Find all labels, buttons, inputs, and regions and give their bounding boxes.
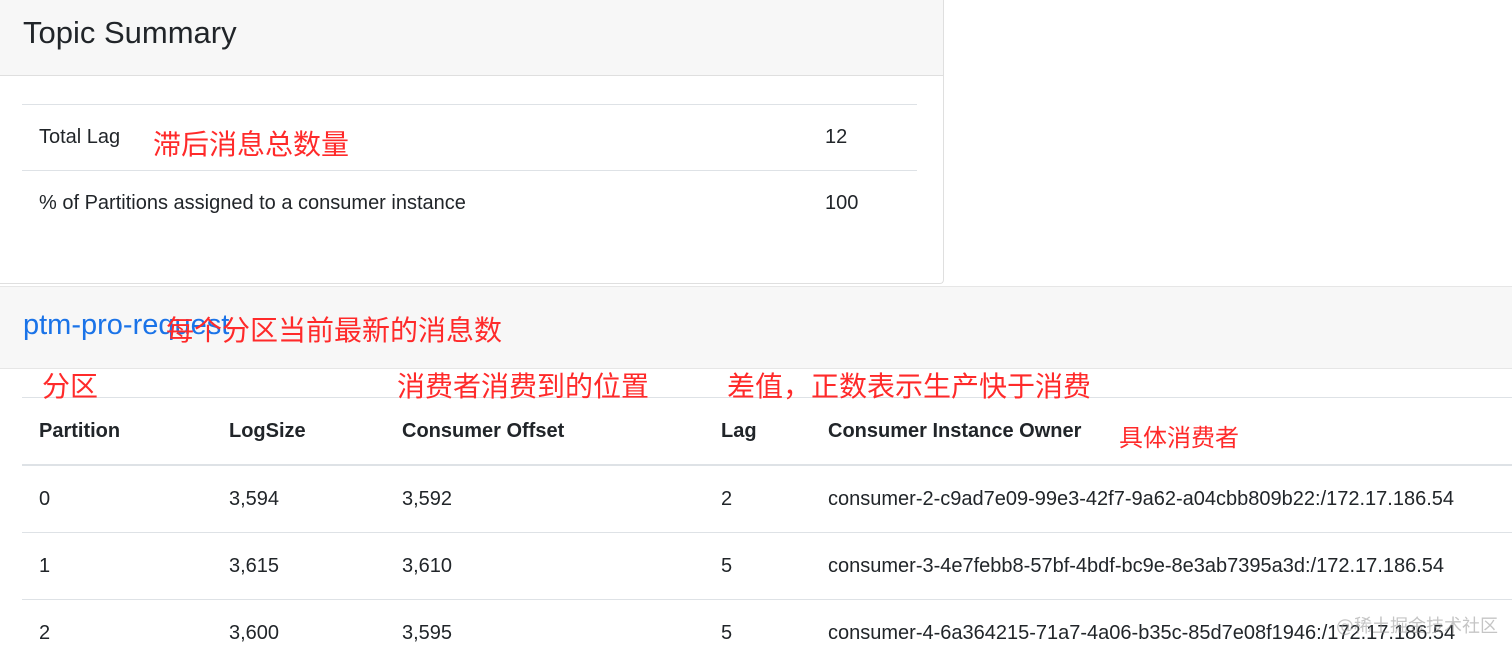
column-header-logsize: LogSize bbox=[229, 397, 402, 466]
annotation-lag: 差值，正数表示生产快于消费 bbox=[727, 370, 1092, 403]
consumer-offset-cell: 3,595 bbox=[402, 599, 721, 658]
column-header-partition: Partition bbox=[22, 397, 229, 466]
logsize-cell: 3,594 bbox=[229, 465, 402, 533]
lag-cell: 5 bbox=[721, 532, 828, 600]
logsize-cell: 3,600 bbox=[229, 599, 402, 658]
column-header-consumer-offset: Consumer Offset bbox=[402, 397, 721, 466]
consumer-offset-cell: 3,610 bbox=[402, 532, 721, 600]
annotation-consumer-offset: 消费者消费到的位置 bbox=[397, 370, 650, 403]
annotation-owner: 具体消费者 bbox=[1119, 424, 1239, 452]
partition-cell: 2 bbox=[22, 599, 229, 658]
summary-row-partitions-assigned: % of Partitions assigned to a consumer i… bbox=[22, 170, 917, 237]
annotation-partition: 分区 bbox=[42, 370, 99, 403]
owner-cell: consumer-3-4e7febb8-57bf-4bdf-bc9e-8e3ab… bbox=[828, 532, 1512, 600]
table-row: 2 3,600 3,595 5 consumer-4-6a364215-71a7… bbox=[22, 599, 1512, 658]
topic-summary-card: Topic Summary Total Lag 12 % of Partitio… bbox=[0, 0, 944, 284]
owner-cell: consumer-2-c9ad7e09-99e3-42f7-9a62-a04cb… bbox=[828, 465, 1512, 533]
consumer-offset-cell: 3,592 bbox=[402, 465, 721, 533]
column-header-lag: Lag bbox=[721, 397, 828, 466]
logsize-cell: 3,615 bbox=[229, 532, 402, 600]
partition-cell: 1 bbox=[22, 532, 229, 600]
lag-cell: 5 bbox=[721, 599, 828, 658]
table-row: 0 3,594 3,592 2 consumer-2-c9ad7e09-99e3… bbox=[22, 465, 1512, 533]
topic-summary-header: Topic Summary bbox=[0, 0, 943, 76]
total-lag-label: Total Lag bbox=[39, 126, 121, 148]
total-lag-value: 12 bbox=[825, 126, 848, 148]
table-row: 1 3,615 3,610 5 consumer-3-4e7febb8-57bf… bbox=[22, 532, 1512, 600]
watermark-text: @稀土掘金技术社区 bbox=[1336, 616, 1498, 637]
partitions-assigned-value: 100 bbox=[825, 192, 859, 215]
partition-table: Partition LogSize Consumer Offset Lag Co… bbox=[22, 397, 1512, 658]
topic-summary-title: Topic Summary bbox=[23, 14, 237, 50]
annotation-logsize: 每个分区当前最新的消息数 bbox=[166, 314, 503, 347]
annotation-total-lag: 滞后消息总数量 bbox=[153, 128, 350, 161]
partition-cell: 0 bbox=[22, 465, 229, 533]
partitions-assigned-label: % of Partitions assigned to a consumer i… bbox=[39, 192, 466, 215]
partition-table-header-row: Partition LogSize Consumer Offset Lag Co… bbox=[22, 397, 1512, 466]
lag-cell: 2 bbox=[721, 465, 828, 533]
